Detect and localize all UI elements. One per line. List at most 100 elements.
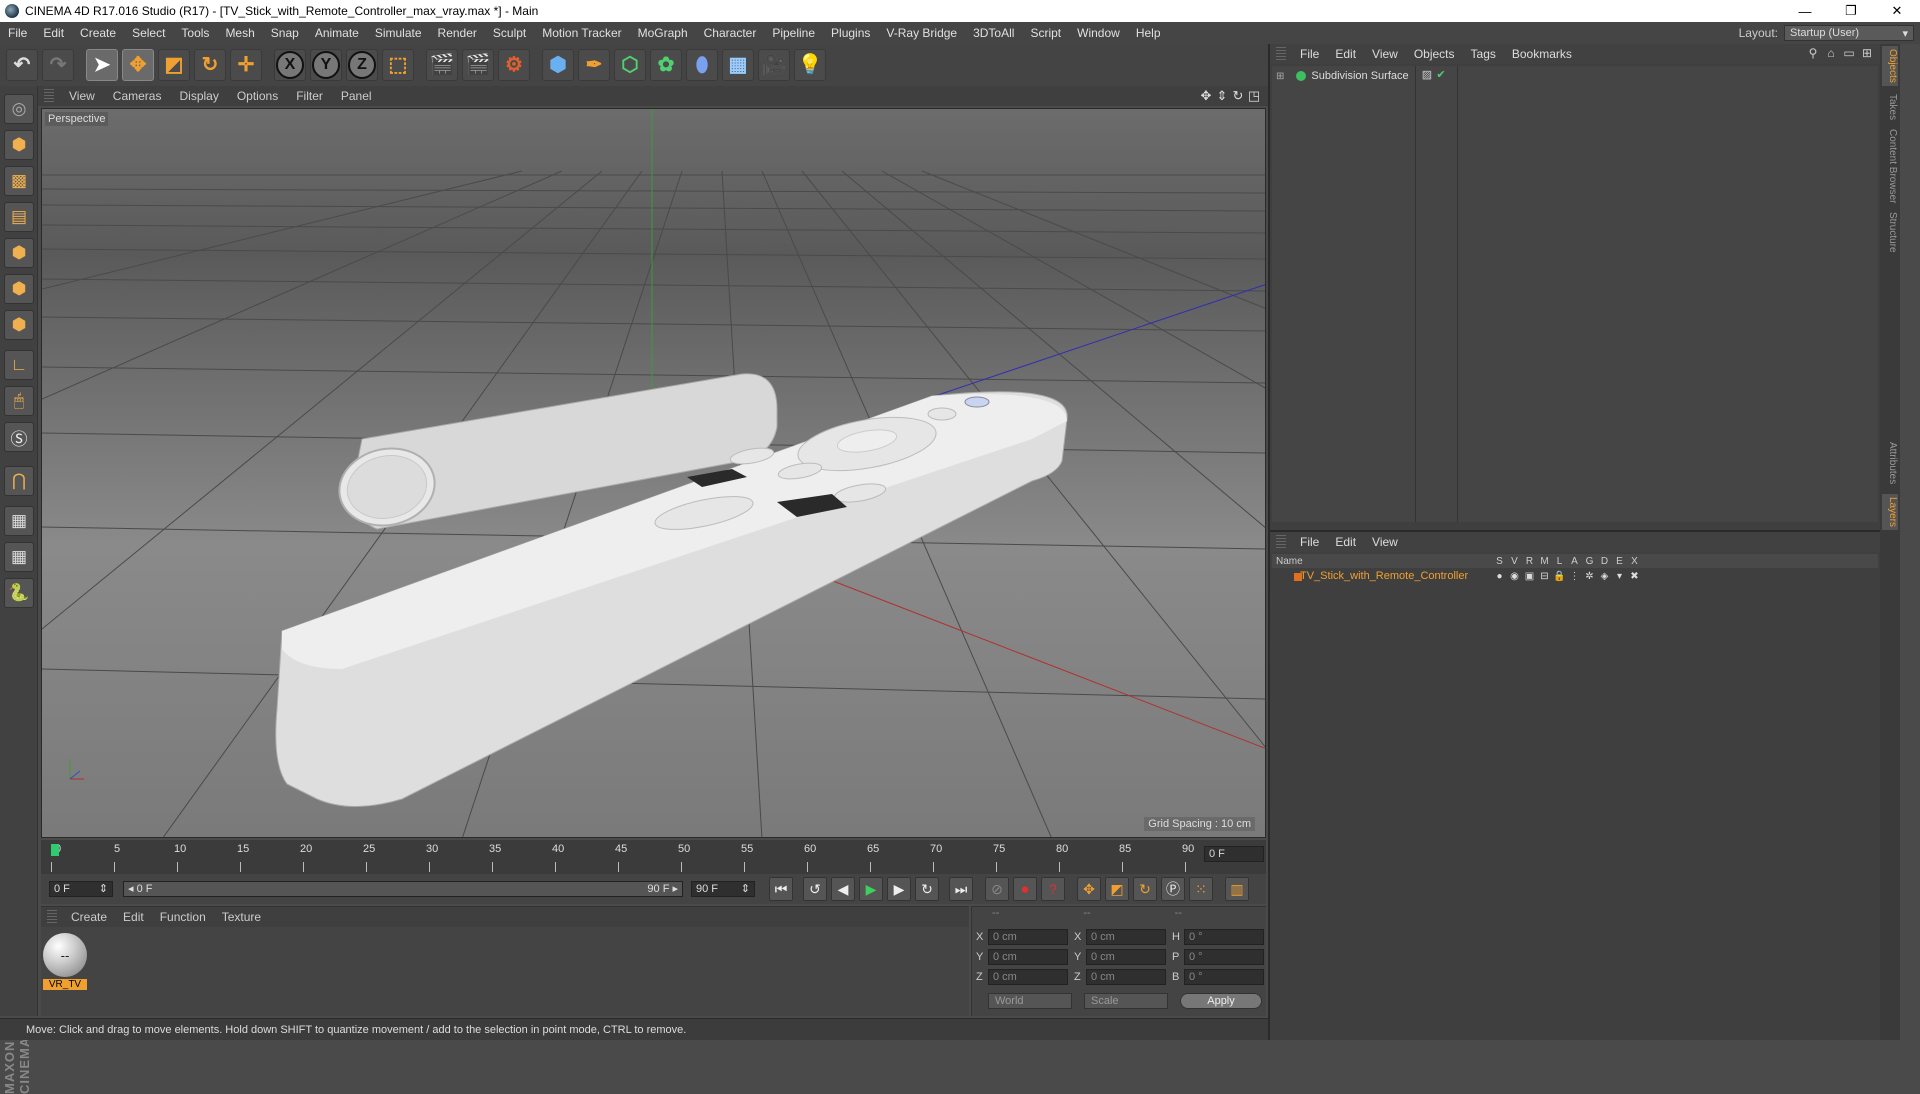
viewport-menu-cameras[interactable]: Cameras [104, 89, 171, 103]
planar-workplane-button[interactable]: ▦ [4, 542, 34, 572]
next-key-button[interactable]: ↻ [915, 877, 939, 901]
menu-window[interactable]: Window [1069, 26, 1128, 40]
transform-tool-button[interactable]: ✛ [230, 49, 262, 81]
tab-attributes[interactable]: Attributes [1882, 438, 1898, 488]
size-x-field[interactable]: 0 cm [1086, 929, 1166, 945]
tab-objects[interactable]: Objects [1882, 46, 1898, 86]
layer-row[interactable]: TV_Stick_with_Remote_Controller ● ◉ ▣ ⊟ … [1272, 569, 1878, 583]
add-subdivision-button[interactable]: ⬡ [614, 49, 646, 81]
enabled-check-icon[interactable]: ✔ [1434, 68, 1448, 82]
menu-3dtoall[interactable]: 3DToAll [965, 26, 1022, 40]
viewport-menu-options[interactable]: Options [228, 89, 287, 103]
viewport-menu-panel[interactable]: Panel [332, 89, 381, 103]
add-cloner-button[interactable]: ✿ [650, 49, 682, 81]
maximize-view-icon[interactable]: ◳ [1246, 88, 1262, 104]
menu-vray-bridge[interactable]: V-Ray Bridge [878, 26, 965, 40]
scale-tool-button[interactable]: ◩ [158, 49, 190, 81]
key-scale-button[interactable]: ◩ [1105, 877, 1129, 901]
go-to-start-button[interactable]: ⏮ [769, 877, 793, 901]
menu-render[interactable]: Render [430, 26, 485, 40]
menu-pipeline[interactable]: Pipeline [764, 26, 823, 40]
menu-mesh[interactable]: Mesh [217, 26, 262, 40]
coordinate-mode-dropdown[interactable]: World [988, 993, 1072, 1009]
menu-motion-tracker[interactable]: Motion Tracker [534, 26, 629, 40]
previous-frame-button[interactable]: ◀ [831, 877, 855, 901]
dolly-view-icon[interactable]: ⇕ [1214, 88, 1230, 104]
object-row-subdivision-surface[interactable]: ⊞ Subdivision Surface [1276, 68, 1409, 84]
menu-sculpt[interactable]: Sculpt [485, 26, 534, 40]
workplane-mode-button[interactable]: ▤ [4, 202, 34, 232]
frame-range-slider[interactable]: ◂ 0 F 90 F ▸ [123, 881, 683, 897]
render-view-button[interactable]: 🎬 [426, 49, 458, 81]
menu-edit[interactable]: Edit [35, 26, 72, 40]
search-icon[interactable]: ⚲ [1804, 46, 1822, 62]
home-icon[interactable]: ⌂ [1822, 46, 1840, 62]
close-button[interactable]: ✕ [1874, 0, 1920, 22]
play-forward-button[interactable]: ▶ [859, 877, 883, 901]
size-z-field[interactable]: 0 cm [1086, 969, 1166, 985]
om-menu-view[interactable]: View [1364, 47, 1406, 61]
menu-snap[interactable]: Snap [263, 26, 307, 40]
add-light-button[interactable]: 💡 [794, 49, 826, 81]
move-tool-button[interactable]: ✥ [122, 49, 154, 81]
pan-view-icon[interactable]: ✥ [1198, 88, 1214, 104]
add-floor-button[interactable]: ▦ [722, 49, 754, 81]
timeline-ruler[interactable]: 0 5 10 15 20 25 30 35 40 45 50 55 60 65 … [41, 840, 1266, 874]
redo-button[interactable]: ↷ [42, 49, 74, 81]
current-frame-marker[interactable] [51, 844, 59, 856]
menu-select[interactable]: Select [124, 26, 173, 40]
menu-file[interactable]: File [0, 26, 35, 40]
lm-menu-view[interactable]: View [1364, 535, 1406, 549]
snap-button[interactable]: ⋂ [4, 466, 34, 496]
current-frame-field[interactable]: 0 F [1204, 846, 1264, 862]
record-keys-off-button[interactable]: ⊘ [985, 877, 1009, 901]
layer-name[interactable]: TV_Stick_with_Remote_Controller [1272, 570, 1492, 582]
workplane-lock-button[interactable]: ▦ [4, 506, 34, 536]
new-window-icon[interactable]: ⊞ [1858, 46, 1876, 62]
menu-create[interactable]: Create [72, 26, 124, 40]
tab-layers[interactable]: Layers [1882, 494, 1898, 530]
edit-render-settings-button[interactable]: ⚙ [498, 49, 530, 81]
next-frame-button[interactable]: ▶ [887, 877, 911, 901]
tab-structure[interactable]: Structure [1882, 210, 1898, 254]
lock-icon[interactable]: 🔒 [1552, 571, 1567, 582]
texture-mode-button[interactable]: ▩ [4, 166, 34, 196]
apply-button[interactable]: Apply [1180, 993, 1262, 1009]
size-mode-dropdown[interactable]: Scale [1084, 993, 1168, 1009]
add-cube-button[interactable]: ⬢ [542, 49, 574, 81]
tab-takes[interactable]: Takes [1882, 92, 1898, 122]
menu-script[interactable]: Script [1022, 26, 1069, 40]
menu-tools[interactable]: Tools [173, 26, 217, 40]
key-rotation-button[interactable]: ↻ [1133, 877, 1157, 901]
position-x-field[interactable]: 0 cm [988, 929, 1068, 945]
z-axis-lock-button[interactable]: Z [346, 49, 378, 81]
perspective-viewport[interactable]: Perspective Grid Spacing : 10 cm [41, 108, 1266, 838]
om-menu-tags[interactable]: Tags [1463, 47, 1504, 61]
collapse-icon[interactable]: ▭ [1840, 46, 1858, 62]
y-axis-lock-button[interactable]: Y [310, 49, 342, 81]
om-menu-file[interactable]: File [1292, 47, 1327, 61]
rotate-tool-button[interactable]: ↻ [194, 49, 226, 81]
eye-icon[interactable]: ◉ [1507, 571, 1522, 582]
material-preview-sphere[interactable]: -- [43, 933, 87, 977]
polygons-mode-button[interactable]: ⬢ [4, 310, 34, 340]
lm-menu-file[interactable]: File [1292, 535, 1327, 549]
generator-icon[interactable]: ✲ [1582, 571, 1597, 582]
panel-grip-icon[interactable] [44, 89, 54, 103]
make-editable-button[interactable]: ◎ [4, 94, 34, 124]
lm-menu-edit[interactable]: Edit [1327, 535, 1364, 549]
python-button[interactable]: 🐍 [4, 578, 34, 608]
menu-character[interactable]: Character [696, 26, 765, 40]
size-y-field[interactable]: 0 cm [1086, 949, 1166, 965]
add-spline-pen-button[interactable]: ✒ [578, 49, 610, 81]
viewport-menu-view[interactable]: View [60, 89, 104, 103]
solo-button[interactable]: Ⓢ [4, 422, 34, 452]
deformer-icon[interactable]: ◈ [1597, 571, 1612, 582]
om-menu-objects[interactable]: Objects [1406, 47, 1463, 61]
restore-button[interactable]: ❐ [1828, 0, 1874, 22]
tweak-mode-button[interactable]: 🖱 [4, 386, 34, 416]
material-name[interactable]: VR_TV [43, 979, 87, 990]
material-menu-create[interactable]: Create [63, 910, 115, 924]
om-menu-bookmarks[interactable]: Bookmarks [1504, 47, 1580, 61]
material-menu-edit[interactable]: Edit [115, 910, 152, 924]
